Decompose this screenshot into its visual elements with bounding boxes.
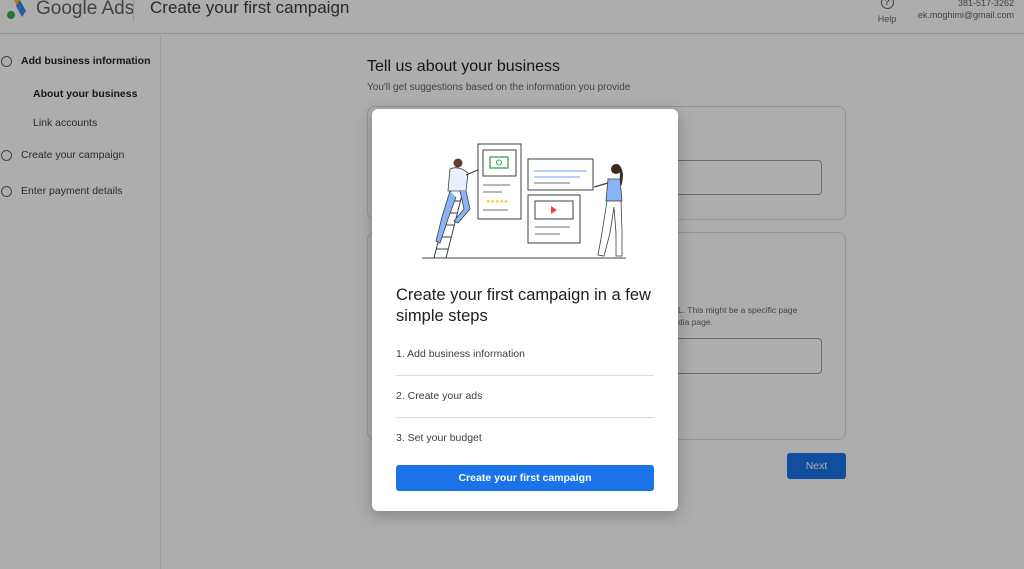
dialog-step-2: 2. Create your ads (396, 390, 483, 402)
dialog-step-3: 3. Set your budget (396, 432, 482, 444)
onboarding-dialog: ★★★★★ Create your first campaign in a fe… (372, 109, 678, 511)
svg-text:★★★★★: ★★★★★ (486, 199, 509, 205)
create-first-campaign-button[interactable]: Create your first campaign (396, 465, 654, 491)
dialog-step-1: 1. Add business information (396, 348, 525, 360)
onboarding-illustration: ★★★★★ (422, 143, 626, 259)
dialog-divider (396, 417, 654, 418)
dialog-title: Create your first campaign in a few simp… (396, 286, 651, 325)
dialog-divider (396, 375, 654, 376)
